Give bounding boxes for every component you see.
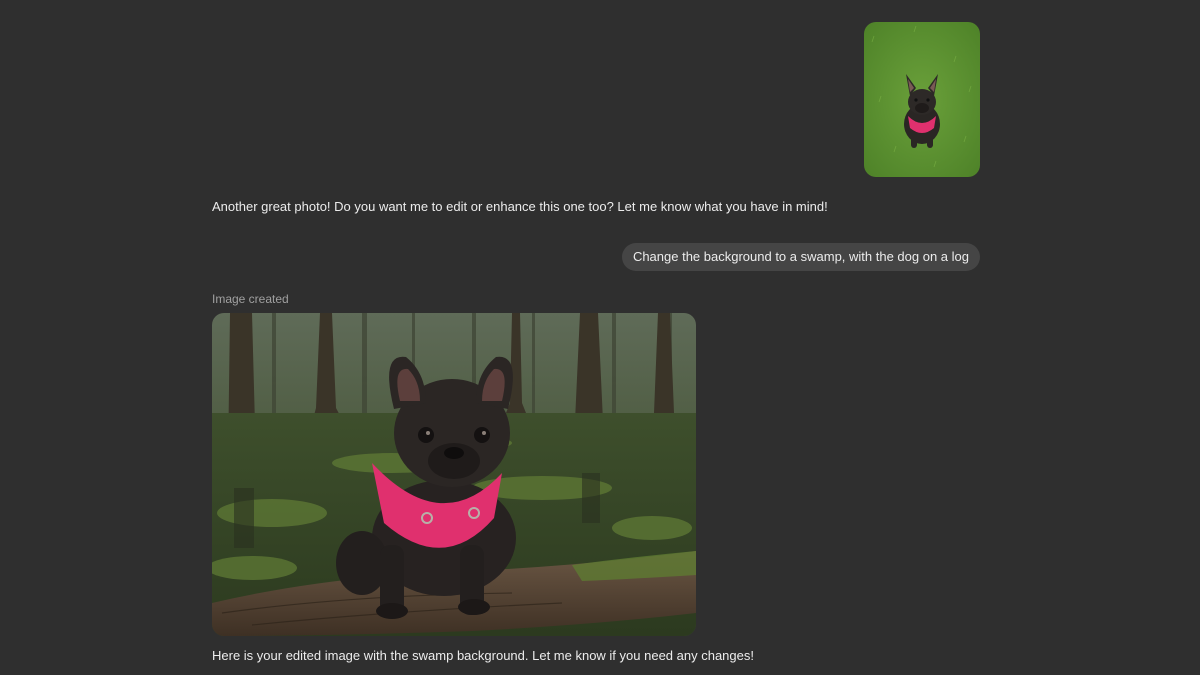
assistant-message-text: Here is your edited image with the swamp…	[212, 648, 754, 663]
generated-swamp-image[interactable]	[212, 313, 696, 636]
image-created-label: Image created	[212, 292, 289, 306]
assistant-message-text: Another great photo! Do you want me to e…	[212, 199, 828, 214]
chat-page: Another great photo! Do you want me to e…	[0, 0, 1200, 675]
dog-on-log-swamp-image	[212, 313, 696, 636]
dog-on-grass-image	[864, 22, 980, 177]
uploaded-dog-photo[interactable]	[864, 22, 980, 177]
user-message-bubble: Change the background to a swamp, with t…	[621, 243, 980, 271]
